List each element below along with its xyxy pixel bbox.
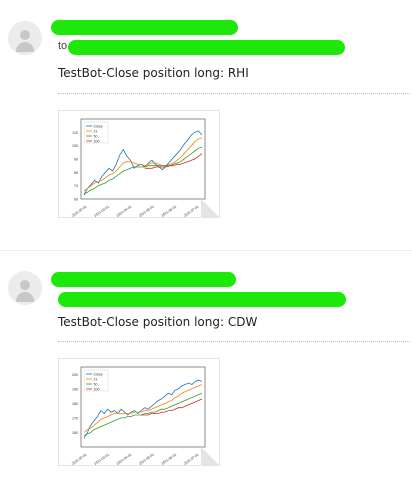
x-tick-label: 2021-05-01 — [138, 204, 155, 217]
divider — [58, 93, 410, 94]
y-tick-label: 80 — [74, 171, 78, 175]
y-tick-label: 60 — [74, 198, 78, 202]
x-tick-label: 2021-03-01 — [93, 204, 110, 217]
y-tick-label: 180 — [72, 402, 78, 406]
legend-label: 100 — [94, 387, 100, 391]
redacted-sender-name — [51, 20, 238, 35]
x-tick-label: 2021-06-01 — [161, 452, 178, 465]
x-tick-label: 2021-04-01 — [116, 452, 133, 465]
y-tick-label: 70 — [74, 184, 78, 188]
chart-thumbnail: 160 170 180 190 200 2021-02-01 2021-03-01 2021-… — [71, 366, 206, 465]
chart-legend: Close2150100 — [83, 121, 109, 143]
avatar-person-icon — [20, 280, 30, 290]
y-tick-label: 170 — [72, 416, 78, 420]
redacted-sender-name — [51, 272, 236, 287]
x-tick-label: 2021-07-01 — [183, 452, 200, 465]
y-tick-label: 200 — [72, 373, 78, 377]
y-tick-label: 160 — [72, 431, 78, 435]
redacted-recipient — [58, 292, 346, 307]
x-tick-label: 2021-07-01 — [183, 204, 200, 217]
legend-label: 21 — [94, 377, 98, 381]
chart-legend: Close2150100 — [83, 369, 109, 391]
x-tick-label: 2021-03-01 — [93, 452, 110, 465]
message-subject: TestBot-Close position long: CDW — [58, 315, 258, 329]
y-tick-label: 110 — [72, 131, 78, 135]
legend-label: 50 — [94, 382, 98, 386]
page-curl-icon — [201, 447, 219, 465]
x-tick-label: 2021-05-01 — [138, 452, 155, 465]
avatar-person-icon — [20, 30, 30, 40]
legend-label: Close — [94, 372, 103, 376]
message-thread[interactable]: TestBot-Close position long: CDW 160 170 1… — [0, 255, 412, 490]
image-attachment[interactable]: 60 70 80 90 100 110 2021-02-01 2021-03-01 2021-0… — [58, 110, 220, 218]
thread-separator — [0, 250, 412, 251]
message-thread[interactable]: to TestBot-Close position long: RHI 60 70… — [0, 0, 412, 250]
legend-label: 21 — [94, 129, 98, 133]
legend-label: Close — [94, 124, 103, 128]
x-tick-label: 2021-02-01 — [71, 452, 88, 465]
y-tick-label: 190 — [72, 387, 78, 391]
recipient-prefix: to — [58, 40, 68, 52]
x-tick-label: 2021-06-01 — [161, 204, 178, 217]
x-tick-label: 2021-04-01 — [116, 204, 133, 217]
image-attachment[interactable]: 160 170 180 190 200 2021-02-01 2021-03-01 2021-… — [58, 358, 220, 466]
divider — [58, 341, 410, 342]
avatar — [8, 21, 42, 55]
legend-label: 50 — [94, 134, 98, 138]
chart-thumbnail: 60 70 80 90 100 110 2021-02-01 2021-03-01 2021-0… — [71, 118, 206, 217]
x-tick-label: 2021-02-01 — [71, 204, 88, 217]
avatar — [8, 271, 42, 305]
y-tick-label: 90 — [74, 158, 78, 162]
legend-label: 100 — [94, 139, 100, 143]
y-tick-label: 100 — [72, 144, 78, 148]
redacted-recipient — [68, 40, 345, 55]
page-curl-icon — [201, 199, 219, 217]
message-subject: TestBot-Close position long: RHI — [58, 66, 249, 80]
